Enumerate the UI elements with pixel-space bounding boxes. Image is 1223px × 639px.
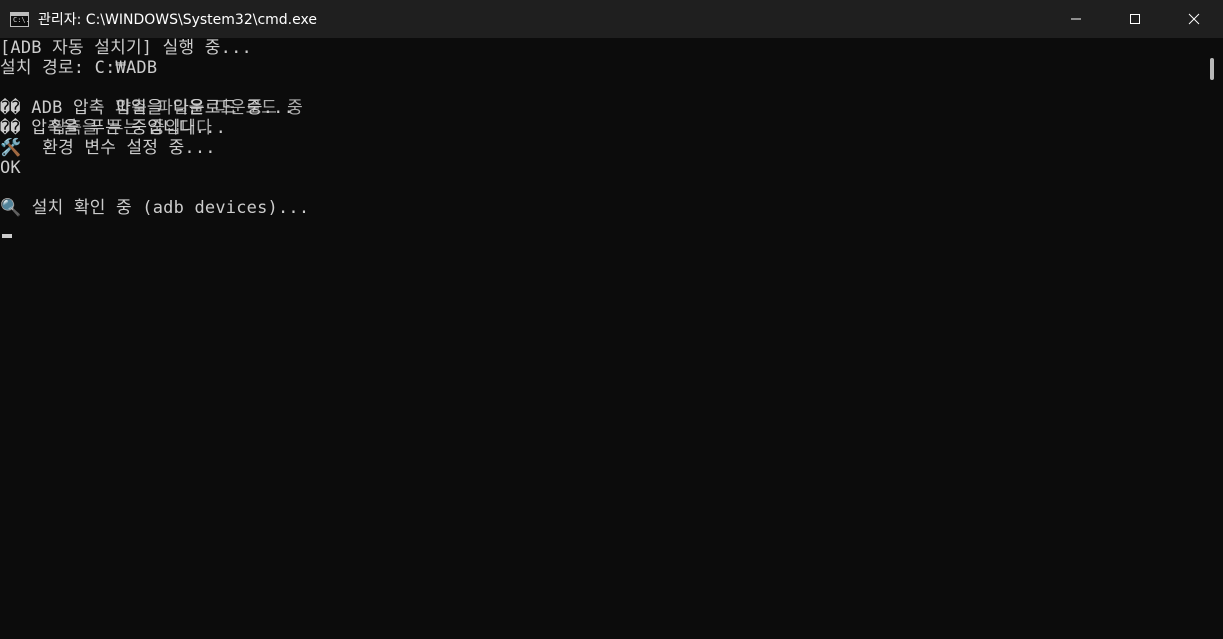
maximize-icon (1129, 14, 1140, 24)
cmd-window: C:\. 관리자: C:\WINDOWS\System32\cmd.exe [A… (0, 0, 1223, 639)
console-line: 🔍 설치 확인 중 (adb devices)... (0, 198, 310, 218)
window-title: 관리자: C:\WINDOWS\System32\cmd.exe (38, 12, 317, 28)
title-bar[interactable]: C:\. 관리자: C:\WINDOWS\System32\cmd.exe (0, 0, 1223, 38)
scrollbar-thumb[interactable] (1210, 58, 1214, 80)
text-cursor (2, 234, 12, 238)
console-line: [ADB 자동 설치기] 실행 중... (0, 38, 252, 58)
maximize-button[interactable] (1105, 0, 1164, 38)
console-output[interactable]: [ADB 자동 설치기] 실행 중... 설치 경로: C:₩ADB �� AD… (0, 38, 1201, 639)
window-controls (1046, 0, 1223, 38)
close-icon (1188, 13, 1199, 25)
minimize-icon (1070, 18, 1081, 20)
minimize-button[interactable] (1046, 0, 1105, 38)
close-button[interactable] (1164, 0, 1223, 38)
cmd-app-icon[interactable]: C:\. (10, 11, 30, 27)
garbled-overlay: 압축 파일을 다운로드 중 (44, 98, 303, 118)
console-line: 설치 경로: C:₩ADB (0, 58, 158, 78)
console-line: OK (0, 158, 21, 178)
console-line: 🛠️ 환경 변수 설정 중... (0, 138, 216, 158)
garbled-overlay: 압축을 푸는 중입니다 (20, 118, 212, 138)
vertical-scrollbar[interactable] (1201, 38, 1223, 639)
